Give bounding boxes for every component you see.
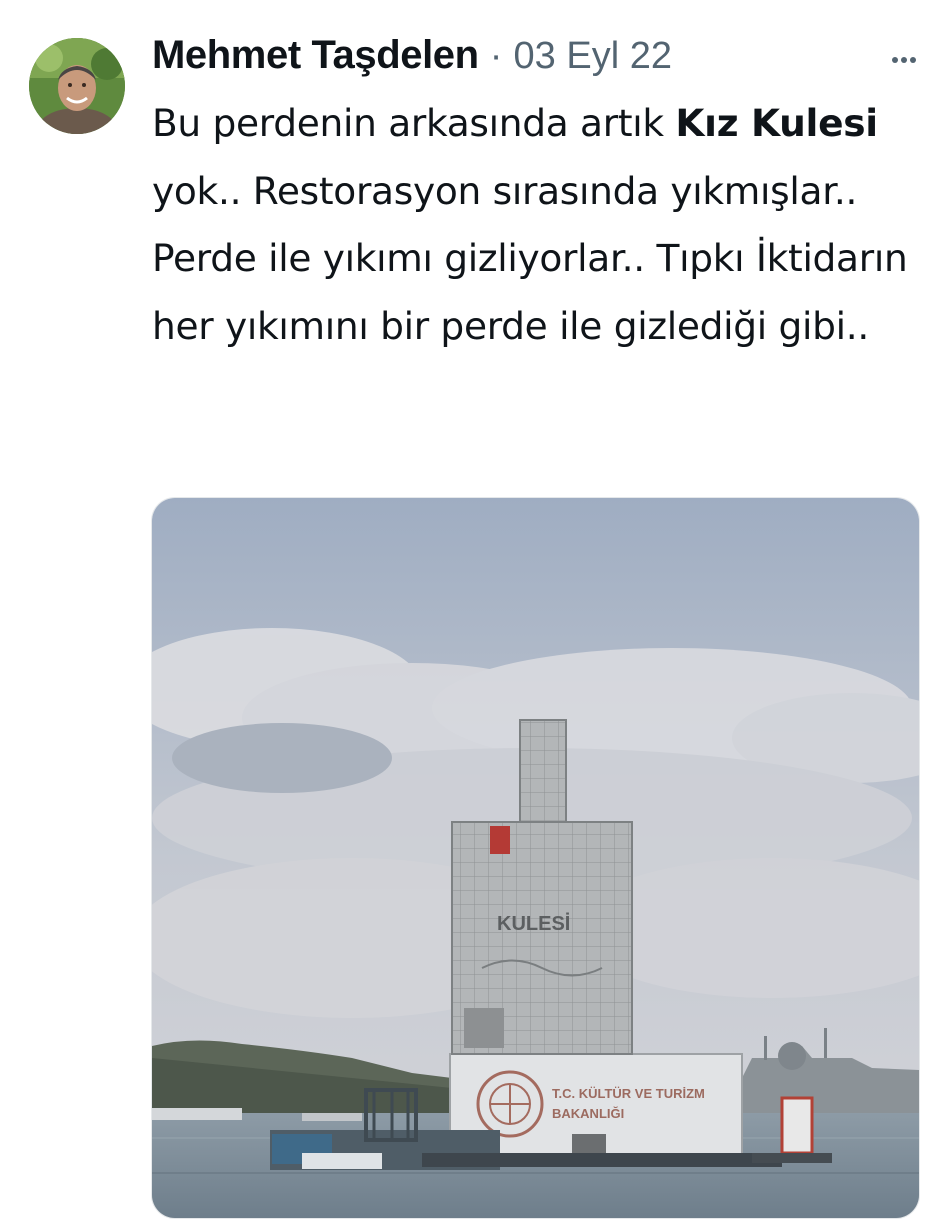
tweet-text-bold-part: Kız Kulesi: [675, 101, 878, 145]
sign-line-2: BAKANLIĞI: [552, 1106, 624, 1121]
avatar-photo: [29, 38, 125, 134]
sign-line-1: T.C. KÜLTÜR VE TURİZM: [552, 1086, 705, 1101]
author-avatar[interactable]: [29, 38, 125, 134]
meta-separator: ·: [489, 35, 503, 77]
more-options-button[interactable]: [884, 40, 924, 80]
author-name[interactable]: Mehmet Taşdelen: [152, 33, 479, 77]
small-lighthouse: [780, 1096, 814, 1155]
tweet-text-part-3: yok.. Restorasyon sırasında yıkmışlar.. …: [152, 168, 908, 348]
more-horizontal-icon: [892, 57, 916, 63]
tweet-header: Mehmet Taşdelen · 03 Eyl 22: [152, 30, 872, 86]
tower-spire-scaffold: [519, 719, 567, 823]
tweet-date[interactable]: 03 Eyl 22: [514, 35, 672, 77]
tweet-media-photo[interactable]: T.C. KÜLTÜR VE TURİZM BAKANLIĞI KULESİ: [151, 497, 920, 1219]
tweet-text-part-1: Bu perdenin arkasında artık: [152, 101, 676, 145]
scaffold-banner-text: KULESİ: [497, 912, 570, 935]
maiden-tower-photo: T.C. KÜLTÜR VE TURİZM BAKANLIĞI KULESİ: [152, 498, 919, 1218]
tweet-text: Bu perdenin arkasında artık Kız Kulesi y…: [152, 90, 912, 360]
turkish-flag: [490, 826, 510, 854]
